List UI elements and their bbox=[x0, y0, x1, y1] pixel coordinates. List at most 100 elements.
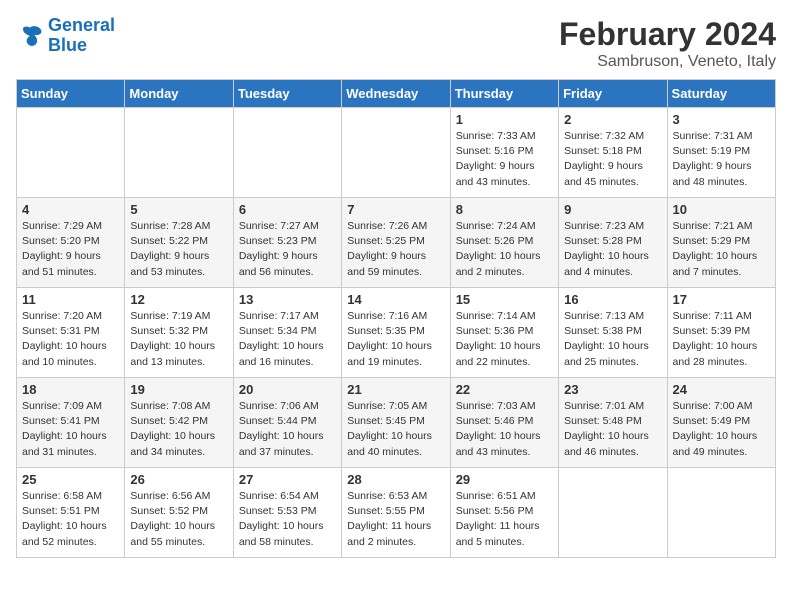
calendar-cell: 13 Sunrise: 7:17 AMSunset: 5:34 PMDayligh… bbox=[233, 288, 341, 378]
day-info: Sunrise: 7:28 AMSunset: 5:22 PMDaylight:… bbox=[130, 219, 227, 280]
calendar-cell: 10Sunrise: 7:21 AMSunset: 5:29 PMDayligh… bbox=[667, 198, 775, 288]
day-number: 11 bbox=[22, 292, 119, 307]
weekday-header-sunday: Sunday bbox=[17, 80, 125, 108]
day-info: Sunrise: 6:51 AMSunset: 5:56 PMDaylight:… bbox=[456, 489, 553, 550]
day-number: 1 bbox=[456, 112, 553, 127]
day-number: 4 bbox=[22, 202, 119, 217]
calendar-cell bbox=[17, 108, 125, 198]
day-info: Sunrise: 7:14 AMSunset: 5:36 PMDaylight:… bbox=[456, 309, 553, 370]
calendar-cell: 23 Sunrise: 7:01 AMSunset: 5:48 PMDayligh… bbox=[559, 378, 667, 468]
day-info: Sunrise: 7:33 AMSunset: 5:16 PMDaylight:… bbox=[456, 129, 553, 190]
weekday-header-thursday: Thursday bbox=[450, 80, 558, 108]
calendar-cell bbox=[342, 108, 450, 198]
day-number: 8 bbox=[456, 202, 553, 217]
weekday-header-row: SundayMondayTuesdayWednesdayThursdayFrid… bbox=[17, 80, 776, 108]
day-info: Sunrise: 7:08 AMSunset: 5:42 PMDaylight:… bbox=[130, 399, 227, 460]
day-number: 24 bbox=[673, 382, 770, 397]
day-info: Sunrise: 7:17 AMSunset: 5:34 PMDaylight:… bbox=[239, 309, 336, 370]
day-number: 6 bbox=[239, 202, 336, 217]
calendar-cell: 1 Sunrise: 7:33 AMSunset: 5:16 PMDaylight… bbox=[450, 108, 558, 198]
day-number: 10 bbox=[673, 202, 770, 217]
day-number: 3 bbox=[673, 112, 770, 127]
day-info: Sunrise: 7:09 AMSunset: 5:41 PMDaylight:… bbox=[22, 399, 119, 460]
day-number: 14 bbox=[347, 292, 444, 307]
logo-icon bbox=[16, 22, 44, 50]
calendar-cell: 24 Sunrise: 7:00 AMSunset: 5:49 PMDayligh… bbox=[667, 378, 775, 468]
day-info: Sunrise: 7:29 AMSunset: 5:20 PMDaylight:… bbox=[22, 219, 119, 280]
day-number: 21 bbox=[347, 382, 444, 397]
day-number: 26 bbox=[130, 472, 227, 487]
day-number: 12 bbox=[130, 292, 227, 307]
weekday-header-monday: Monday bbox=[125, 80, 233, 108]
day-info: Sunrise: 7:19 AMSunset: 5:32 PMDaylight:… bbox=[130, 309, 227, 370]
day-info: Sunrise: 7:20 AMSunset: 5:31 PMDaylight:… bbox=[22, 309, 119, 370]
day-number: 29 bbox=[456, 472, 553, 487]
calendar-cell: 7 Sunrise: 7:26 AMSunset: 5:25 PMDaylight… bbox=[342, 198, 450, 288]
calendar-cell: 6 Sunrise: 7:27 AMSunset: 5:23 PMDaylight… bbox=[233, 198, 341, 288]
calendar-cell: 4 Sunrise: 7:29 AMSunset: 5:20 PMDaylight… bbox=[17, 198, 125, 288]
calendar-cell: 26 Sunrise: 6:56 AMSunset: 5:52 PMDayligh… bbox=[125, 468, 233, 558]
calendar-cell: 2Sunrise: 7:32 AMSunset: 5:18 PMDaylight… bbox=[559, 108, 667, 198]
day-info: Sunrise: 7:32 AMSunset: 5:18 PMDaylight:… bbox=[564, 129, 661, 190]
day-number: 7 bbox=[347, 202, 444, 217]
page-header: General Blue February 2024 Sambruson, Ve… bbox=[16, 16, 776, 71]
day-number: 19 bbox=[130, 382, 227, 397]
day-number: 22 bbox=[456, 382, 553, 397]
day-info: Sunrise: 7:24 AMSunset: 5:26 PMDaylight:… bbox=[456, 219, 553, 280]
day-info: Sunrise: 6:58 AMSunset: 5:51 PMDaylight:… bbox=[22, 489, 119, 550]
day-info: Sunrise: 7:06 AMSunset: 5:44 PMDaylight:… bbox=[239, 399, 336, 460]
day-number: 13 bbox=[239, 292, 336, 307]
calendar-cell bbox=[233, 108, 341, 198]
weekday-header-wednesday: Wednesday bbox=[342, 80, 450, 108]
day-number: 5 bbox=[130, 202, 227, 217]
weekday-header-saturday: Saturday bbox=[667, 80, 775, 108]
calendar-cell bbox=[125, 108, 233, 198]
logo-text: General Blue bbox=[48, 16, 115, 56]
logo: General Blue bbox=[16, 16, 115, 56]
title-block: February 2024 Sambruson, Veneto, Italy bbox=[559, 16, 776, 71]
calendar-cell: 16 Sunrise: 7:13 AMSunset: 5:38 PMDayligh… bbox=[559, 288, 667, 378]
day-number: 20 bbox=[239, 382, 336, 397]
day-info: Sunrise: 6:53 AMSunset: 5:55 PMDaylight:… bbox=[347, 489, 444, 550]
day-info: Sunrise: 7:13 AMSunset: 5:38 PMDaylight:… bbox=[564, 309, 661, 370]
calendar-cell: 21 Sunrise: 7:05 AMSunset: 5:45 PMDayligh… bbox=[342, 378, 450, 468]
weekday-header-tuesday: Tuesday bbox=[233, 80, 341, 108]
day-info: Sunrise: 7:31 AMSunset: 5:19 PMDaylight:… bbox=[673, 129, 770, 190]
day-info: Sunrise: 7:01 AMSunset: 5:48 PMDaylight:… bbox=[564, 399, 661, 460]
calendar-week-row: 25Sunrise: 6:58 AMSunset: 5:51 PMDayligh… bbox=[17, 468, 776, 558]
calendar-cell: 8 Sunrise: 7:24 AMSunset: 5:26 PMDaylight… bbox=[450, 198, 558, 288]
day-number: 16 bbox=[564, 292, 661, 307]
calendar-cell: 20 Sunrise: 7:06 AMSunset: 5:44 PMDayligh… bbox=[233, 378, 341, 468]
day-number: 18 bbox=[22, 382, 119, 397]
day-info: Sunrise: 7:23 AMSunset: 5:28 PMDaylight:… bbox=[564, 219, 661, 280]
day-number: 28 bbox=[347, 472, 444, 487]
calendar-week-row: 18 Sunrise: 7:09 AMSunset: 5:41 PMDayligh… bbox=[17, 378, 776, 468]
calendar-week-row: 4 Sunrise: 7:29 AMSunset: 5:20 PMDaylight… bbox=[17, 198, 776, 288]
day-number: 27 bbox=[239, 472, 336, 487]
calendar-week-row: 1 Sunrise: 7:33 AMSunset: 5:16 PMDaylight… bbox=[17, 108, 776, 198]
calendar-cell: 27 Sunrise: 6:54 AMSunset: 5:53 PMDayligh… bbox=[233, 468, 341, 558]
day-number: 9 bbox=[564, 202, 661, 217]
weekday-header-friday: Friday bbox=[559, 80, 667, 108]
calendar-cell: 29 Sunrise: 6:51 AMSunset: 5:56 PMDayligh… bbox=[450, 468, 558, 558]
calendar-cell: 15Sunrise: 7:14 AMSunset: 5:36 PMDayligh… bbox=[450, 288, 558, 378]
day-info: Sunrise: 7:26 AMSunset: 5:25 PMDaylight:… bbox=[347, 219, 444, 280]
day-info: Sunrise: 6:54 AMSunset: 5:53 PMDaylight:… bbox=[239, 489, 336, 550]
day-info: Sunrise: 6:56 AMSunset: 5:52 PMDaylight:… bbox=[130, 489, 227, 550]
calendar-cell: 25Sunrise: 6:58 AMSunset: 5:51 PMDayligh… bbox=[17, 468, 125, 558]
calendar-cell: 12 Sunrise: 7:19 AMSunset: 5:32 PMDayligh… bbox=[125, 288, 233, 378]
calendar-cell: 11 Sunrise: 7:20 AMSunset: 5:31 PMDayligh… bbox=[17, 288, 125, 378]
day-info: Sunrise: 7:16 AMSunset: 5:35 PMDaylight:… bbox=[347, 309, 444, 370]
calendar-cell: 5 Sunrise: 7:28 AMSunset: 5:22 PMDaylight… bbox=[125, 198, 233, 288]
day-info: Sunrise: 7:00 AMSunset: 5:49 PMDaylight:… bbox=[673, 399, 770, 460]
calendar-cell: 22Sunrise: 7:03 AMSunset: 5:46 PMDayligh… bbox=[450, 378, 558, 468]
subtitle: Sambruson, Veneto, Italy bbox=[559, 53, 776, 71]
day-info: Sunrise: 7:27 AMSunset: 5:23 PMDaylight:… bbox=[239, 219, 336, 280]
calendar-cell: 17Sunrise: 7:11 AMSunset: 5:39 PMDayligh… bbox=[667, 288, 775, 378]
day-number: 23 bbox=[564, 382, 661, 397]
day-number: 17 bbox=[673, 292, 770, 307]
calendar-cell: 9 Sunrise: 7:23 AMSunset: 5:28 PMDaylight… bbox=[559, 198, 667, 288]
calendar-cell: 3 Sunrise: 7:31 AMSunset: 5:19 PMDaylight… bbox=[667, 108, 775, 198]
day-info: Sunrise: 7:05 AMSunset: 5:45 PMDaylight:… bbox=[347, 399, 444, 460]
calendar-cell: 28 Sunrise: 6:53 AMSunset: 5:55 PMDayligh… bbox=[342, 468, 450, 558]
